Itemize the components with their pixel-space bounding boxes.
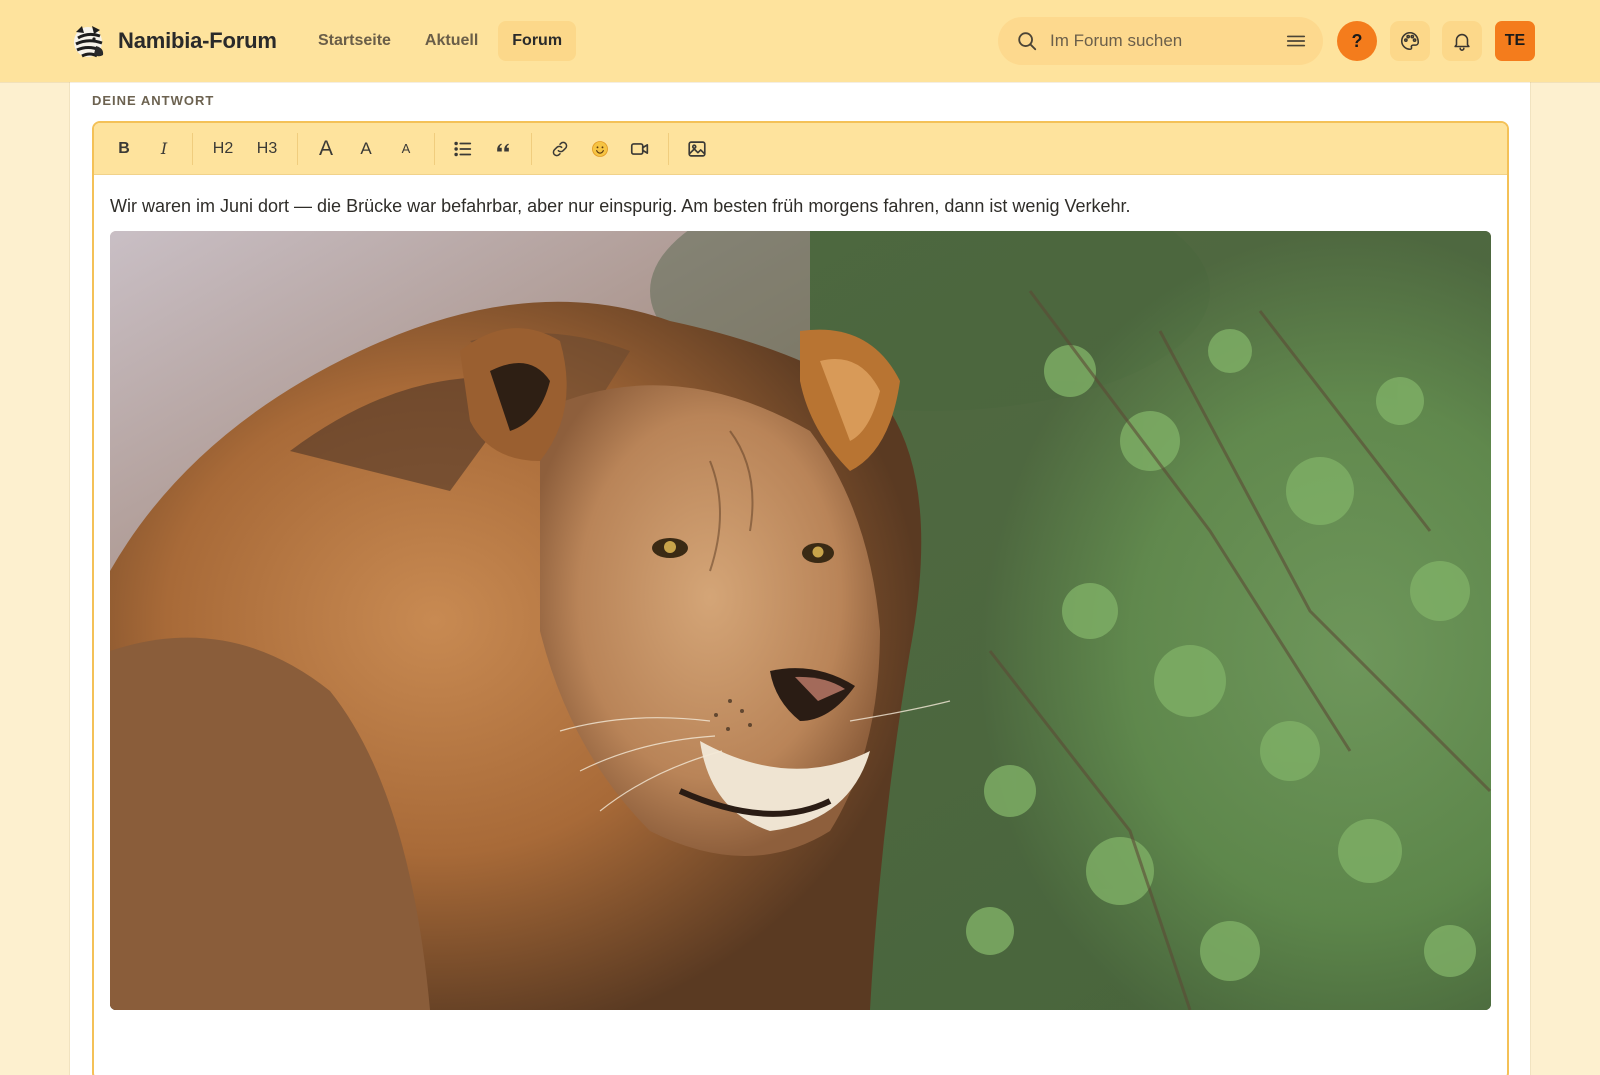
bell-icon <box>1454 33 1470 51</box>
video-button[interactable] <box>622 131 658 167</box>
heading-2-button[interactable]: H2 <box>203 131 243 167</box>
embedded-lion-image[interactable] <box>110 231 1491 1010</box>
heading-3-button[interactable]: H3 <box>247 131 287 167</box>
video-icon <box>630 142 649 155</box>
filter-icon[interactable] <box>1285 30 1307 52</box>
search-input[interactable] <box>1050 31 1285 51</box>
reply-card: DEINE ANTWORT B I H2 H3 A A A Wir waren … <box>69 82 1531 1075</box>
font-size-small-button[interactable]: A <box>388 131 424 167</box>
font-size-medium-button[interactable]: A <box>348 131 384 167</box>
avatar-initials: TE <box>1504 32 1526 49</box>
lion-photo <box>110 231 1491 1010</box>
bullet-list-icon <box>454 141 472 156</box>
site-logo[interactable]: Namibia-Forum <box>70 22 277 60</box>
font-medium-label: A <box>360 138 372 158</box>
site-name: Namibia-Forum <box>118 28 277 53</box>
top-header: Namibia-Forum Startseite Aktuell Forum ? <box>0 0 1600 82</box>
theme-button[interactable] <box>1390 21 1430 61</box>
reply-section-label: DEINE ANTWORT <box>92 93 215 108</box>
nav-startseite[interactable]: Startseite <box>304 21 405 61</box>
help-label: ? <box>1351 30 1363 51</box>
link-icon <box>552 141 568 156</box>
editor-toolbar: B I H2 H3 A A A <box>94 123 1507 175</box>
reply-text: Wir waren im Juni dort — die Brücke war … <box>110 196 1131 216</box>
image-button[interactable] <box>679 131 715 167</box>
toolbar-divider <box>192 132 193 165</box>
font-large-label: A <box>318 136 333 160</box>
toolbar-divider <box>668 132 669 165</box>
bold-button[interactable]: B <box>106 131 142 167</box>
h2-label: H2 <box>212 139 234 157</box>
emoji-button[interactable] <box>582 131 618 167</box>
help-button[interactable]: ? <box>1337 21 1377 61</box>
editor-content[interactable]: Wir waren im Juni dort — die Brücke war … <box>94 175 1507 1010</box>
main-nav: Startseite Aktuell Forum <box>304 21 577 61</box>
toolbar-divider <box>297 132 298 165</box>
image-icon <box>688 140 706 157</box>
link-button[interactable] <box>542 131 578 167</box>
font-size-large-button[interactable]: A <box>308 131 344 167</box>
font-small-label: A <box>401 141 411 156</box>
notifications-button[interactable] <box>1442 21 1482 61</box>
h3-label: H3 <box>256 139 278 157</box>
toolbar-divider <box>434 132 435 165</box>
nav-aktuell[interactable]: Aktuell <box>411 21 492 61</box>
zebra-logo-icon <box>74 26 104 58</box>
search-bar[interactable] <box>998 17 1323 65</box>
bold-label: B <box>118 139 130 157</box>
search-icon <box>1018 32 1037 51</box>
quote-button[interactable] <box>485 131 521 167</box>
palette-icon <box>1401 31 1420 51</box>
emoji-icon <box>592 140 608 157</box>
bullet-list-button[interactable] <box>445 131 481 167</box>
toolbar-divider <box>531 132 532 165</box>
italic-button[interactable]: I <box>146 131 182 167</box>
user-avatar[interactable]: TE <box>1495 21 1535 61</box>
rich-text-editor[interactable]: B I H2 H3 A A A Wir waren im Juni dort —… <box>92 121 1509 1075</box>
quote-icon <box>497 143 509 151</box>
italic-label: I <box>160 139 168 158</box>
nav-forum[interactable]: Forum <box>498 21 577 61</box>
